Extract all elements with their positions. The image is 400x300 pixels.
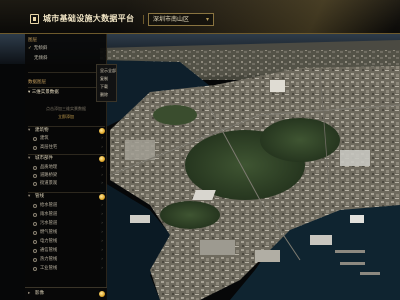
bottom-group[interactable]: ▸ 影像 bbox=[25, 287, 107, 300]
eye-icon[interactable] bbox=[33, 182, 37, 186]
chevron-down-icon: ▾ bbox=[28, 194, 31, 199]
eye-icon[interactable] bbox=[33, 146, 37, 150]
layer-row[interactable]: 通信管线 › bbox=[33, 248, 105, 255]
group-header-imagery[interactable]: ▸ 影像 bbox=[28, 290, 105, 298]
chevron-right-icon[interactable]: › bbox=[101, 181, 103, 187]
menu-item[interactable]: 下载 bbox=[100, 84, 108, 89]
eye-icon[interactable] bbox=[33, 213, 37, 217]
chevron-right-icon: ▸ bbox=[28, 291, 31, 296]
chevron-down-icon: ▾ bbox=[28, 156, 31, 161]
group-header-buildings[interactable]: ▾ 建筑物 bbox=[28, 126, 105, 134]
divider bbox=[28, 87, 104, 88]
eye-icon[interactable] bbox=[33, 258, 37, 262]
chevron-right-icon[interactable]: › bbox=[101, 257, 103, 263]
top-header: 城市基础设施大数据平台 深圳市南山区 ▾ bbox=[0, 0, 400, 34]
empty-hint: 点击添加三维实景数据 bbox=[46, 106, 86, 111]
layer-row[interactable]: 雨水管道 › bbox=[33, 212, 105, 219]
eye-icon[interactable] bbox=[33, 222, 37, 226]
location-selector[interactable]: 深圳市南山区 ▾ bbox=[148, 13, 214, 26]
group-header-pipelines[interactable]: ▾ 管线 bbox=[28, 192, 105, 200]
layer-row[interactable]: 高层住宅 › bbox=[33, 145, 105, 152]
layer-row[interactable]: 燃气管线 › bbox=[33, 230, 105, 237]
chevron-right-icon[interactable]: › bbox=[101, 165, 103, 171]
chevron-right-icon[interactable]: › bbox=[101, 248, 103, 254]
chevron-right-icon[interactable]: › bbox=[101, 212, 103, 218]
app-logo-icon bbox=[30, 14, 39, 24]
section-label-layers: 图层 bbox=[28, 38, 37, 43]
toggle-dot-icon[interactable] bbox=[99, 128, 105, 134]
menu-item[interactable]: 复制 bbox=[100, 76, 108, 81]
eye-icon[interactable] bbox=[33, 166, 37, 170]
menu-item[interactable]: 删除 bbox=[100, 92, 108, 97]
chevron-right-icon[interactable]: › bbox=[101, 145, 103, 151]
menu-item[interactable]: 显示全部 bbox=[100, 68, 116, 73]
group-header-city-parts[interactable]: ▾ 城市部件 bbox=[28, 154, 105, 162]
layer-row[interactable]: 工业管线 › bbox=[33, 266, 105, 273]
eye-icon[interactable] bbox=[33, 204, 37, 208]
chevron-right-icon[interactable]: › bbox=[101, 266, 103, 272]
layer-row[interactable]: 道路桥梁 › bbox=[33, 173, 105, 180]
chevron-down-icon: ▾ bbox=[28, 128, 31, 133]
context-menu: 显示全部 复制 下载 删除 bbox=[96, 64, 117, 102]
layer-option-2[interactable]: 无倾斜 bbox=[34, 56, 48, 62]
layer-row[interactable]: 电力管线 › bbox=[33, 239, 105, 246]
eye-icon[interactable] bbox=[33, 249, 37, 253]
layer-row[interactable]: 给水管道 › bbox=[33, 203, 105, 210]
toggle-dot-icon[interactable] bbox=[99, 194, 105, 200]
chevron-right-icon[interactable]: › bbox=[101, 203, 103, 209]
layer-option-1[interactable]: ✓ 无倾斜 bbox=[28, 46, 47, 52]
eye-icon[interactable] bbox=[33, 267, 37, 271]
eye-icon[interactable] bbox=[33, 174, 37, 178]
location-label: 深圳市南山区 bbox=[153, 16, 190, 23]
app-title: 城市基础设施大数据平台 bbox=[43, 14, 135, 23]
toggle-dot-icon[interactable] bbox=[99, 291, 105, 297]
header-divider bbox=[143, 15, 144, 24]
check-icon: ✓ bbox=[28, 46, 32, 51]
chevron-right-icon[interactable]: › bbox=[101, 173, 103, 179]
chevron-right-icon[interactable]: › bbox=[101, 239, 103, 245]
eye-icon[interactable] bbox=[33, 231, 37, 235]
eye-icon[interactable] bbox=[33, 137, 37, 141]
layer-row[interactable]: 建筑 › bbox=[33, 136, 105, 143]
layer-sidebar: 图层 ✓ 无倾斜 无倾斜 数据图层 ▾ 三维实景数据 点击添加三维实景数据 立即添… bbox=[25, 34, 107, 300]
layer-row[interactable]: 污水管道 › bbox=[33, 221, 105, 228]
layer-row[interactable]: 品质地理 › bbox=[33, 165, 105, 172]
layer-row[interactable]: 热力管线 › bbox=[33, 257, 105, 264]
divider bbox=[28, 72, 104, 73]
toggle-dot-icon[interactable] bbox=[99, 156, 105, 162]
section-label-data: 数据图层 bbox=[28, 80, 46, 85]
panel-title[interactable]: ▾ 三维实景数据 bbox=[28, 90, 59, 96]
chevron-down-icon: ▾ bbox=[205, 16, 209, 23]
add-link[interactable]: 立即添加 bbox=[25, 114, 106, 119]
chevron-right-icon[interactable]: › bbox=[101, 230, 103, 236]
chevron-right-icon[interactable]: › bbox=[101, 221, 103, 227]
layer-row[interactable]: 街道景观 › bbox=[33, 181, 105, 188]
eye-icon[interactable] bbox=[33, 240, 37, 244]
chevron-right-icon[interactable]: › bbox=[101, 136, 103, 142]
